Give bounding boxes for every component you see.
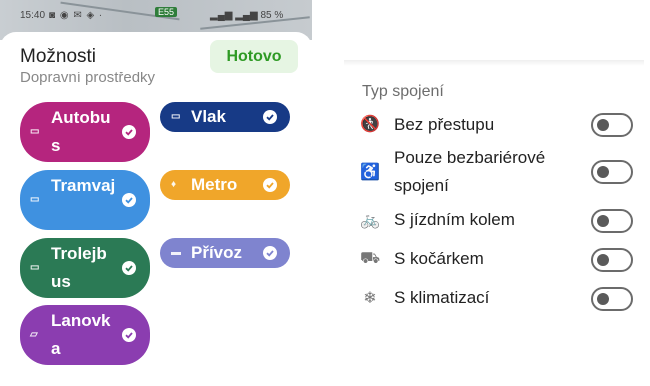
stroller-icon: ⛟ — [359, 250, 381, 267]
bottom-sheet: Možnosti Hotovo Dopravní prostředky ▭ Au… — [0, 32, 312, 386]
tram-icon: ▭ — [30, 194, 40, 205]
check-icon — [122, 193, 136, 207]
check-icon — [263, 110, 277, 124]
chip-trolejbus[interactable]: ▭ Trolejbus — [20, 238, 150, 298]
chip-label: Autobus — [51, 108, 111, 155]
trolleybus-icon: ▭ — [30, 262, 40, 273]
system-status: ▂▄▆ ▂▄▆ 85 % — [210, 10, 283, 21]
notification-icons: ◙ ◉ ✉ ◈ ∙ — [49, 10, 103, 21]
option-row-no-transfer[interactable]: 🚷 Bez přestupu — [344, 110, 650, 140]
sheet-title: Možnosti — [20, 46, 97, 67]
option-row-air-conditioning[interactable]: ❄ S klimatizací — [344, 284, 650, 314]
options-panel: 15:40 ◙ ◉ ✉ ◈ ∙ E55 ▂▄▆ ▂▄▆ 85 % Možnost… — [0, 0, 312, 386]
wheelchair-icon: ♿ — [360, 164, 380, 181]
chip-autobus[interactable]: ▭ Autobus — [20, 102, 150, 162]
chip-vlak[interactable]: ▭ Vlak — [160, 102, 290, 132]
bicycle-icon: 🚲 — [360, 212, 380, 229]
option-label: Pouze bezbariérové spojení — [394, 148, 546, 195]
toggle-knob — [597, 215, 609, 227]
option-label: S kočárkem — [394, 249, 484, 268]
toggle-no-transfer[interactable] — [591, 113, 633, 137]
option-label: S jízdním kolem — [394, 210, 515, 229]
chip-tramvaj[interactable]: ▭ Tramvaj — [20, 170, 150, 230]
option-label: S klimatizací — [394, 288, 490, 307]
signal-icon: ▂▄▆ ▂▄▆ — [210, 10, 258, 21]
divider — [344, 60, 644, 66]
chip-label: Tramvaj — [51, 176, 116, 195]
transport-section-label: Dopravní prostředky — [20, 72, 156, 86]
check-icon — [122, 261, 136, 275]
chip-label: Lanovka — [51, 311, 111, 358]
chip-label: Vlak — [191, 107, 226, 126]
train-icon: ▭ — [171, 111, 181, 122]
toggle-air-conditioning[interactable] — [591, 287, 633, 311]
road-badge: E55 — [155, 7, 178, 17]
screen: 15:40 ◙ ◉ ✉ ◈ ∙ E55 ▂▄▆ ▂▄▆ 85 % Možnost… — [0, 0, 650, 386]
battery-level: 85 % — [260, 10, 284, 21]
no-transfer-icon: 🚷 — [360, 116, 380, 133]
toggle-bicycle[interactable] — [591, 209, 633, 233]
toggle-knob — [597, 254, 609, 266]
chip-label: Trolejbus — [51, 244, 107, 291]
check-icon — [263, 178, 277, 192]
chip-lanovka[interactable]: ▱ Lanovka — [20, 305, 150, 365]
check-icon — [122, 125, 136, 139]
check-icon — [263, 246, 277, 260]
ferry-icon: ▬ — [171, 247, 181, 258]
option-label: Bez přestupu — [394, 115, 495, 134]
status-bar: 15:40 ◙ ◉ ✉ ◈ ∙ E55 ▂▄▆ ▂▄▆ 85 % — [20, 7, 283, 21]
connection-type-panel: Typ spojení 🚷 Bez přestupu ♿ Pouze bezba… — [344, 0, 650, 386]
connection-type-heading: Typ spojení — [362, 83, 444, 100]
toggle-barrier-free[interactable] — [591, 160, 633, 184]
option-row-bicycle[interactable]: 🚲 S jízdním kolem — [344, 206, 650, 236]
bus-icon: ▭ — [30, 126, 40, 137]
cable-car-icon: ▱ — [30, 329, 38, 340]
option-row-stroller[interactable]: ⛟ S kočárkem — [344, 245, 650, 275]
status-time: 15:40 — [20, 10, 46, 21]
chip-privoz[interactable]: ▬ Přívoz — [160, 238, 290, 268]
chip-label: Metro — [191, 175, 238, 194]
done-button[interactable]: Hotovo — [210, 40, 298, 73]
toggle-knob — [597, 119, 609, 131]
option-row-barrier-free[interactable]: ♿ Pouze bezbariérové spojení — [344, 144, 650, 202]
toggle-knob — [597, 166, 609, 178]
metro-icon: ♦ — [171, 179, 177, 190]
chip-metro[interactable]: ♦ Metro — [160, 170, 290, 200]
check-icon — [122, 328, 136, 342]
toggle-knob — [597, 293, 609, 305]
toggle-stroller[interactable] — [591, 248, 633, 272]
snowflake-icon: ❄ — [363, 290, 377, 307]
chip-label: Přívoz — [191, 243, 243, 262]
